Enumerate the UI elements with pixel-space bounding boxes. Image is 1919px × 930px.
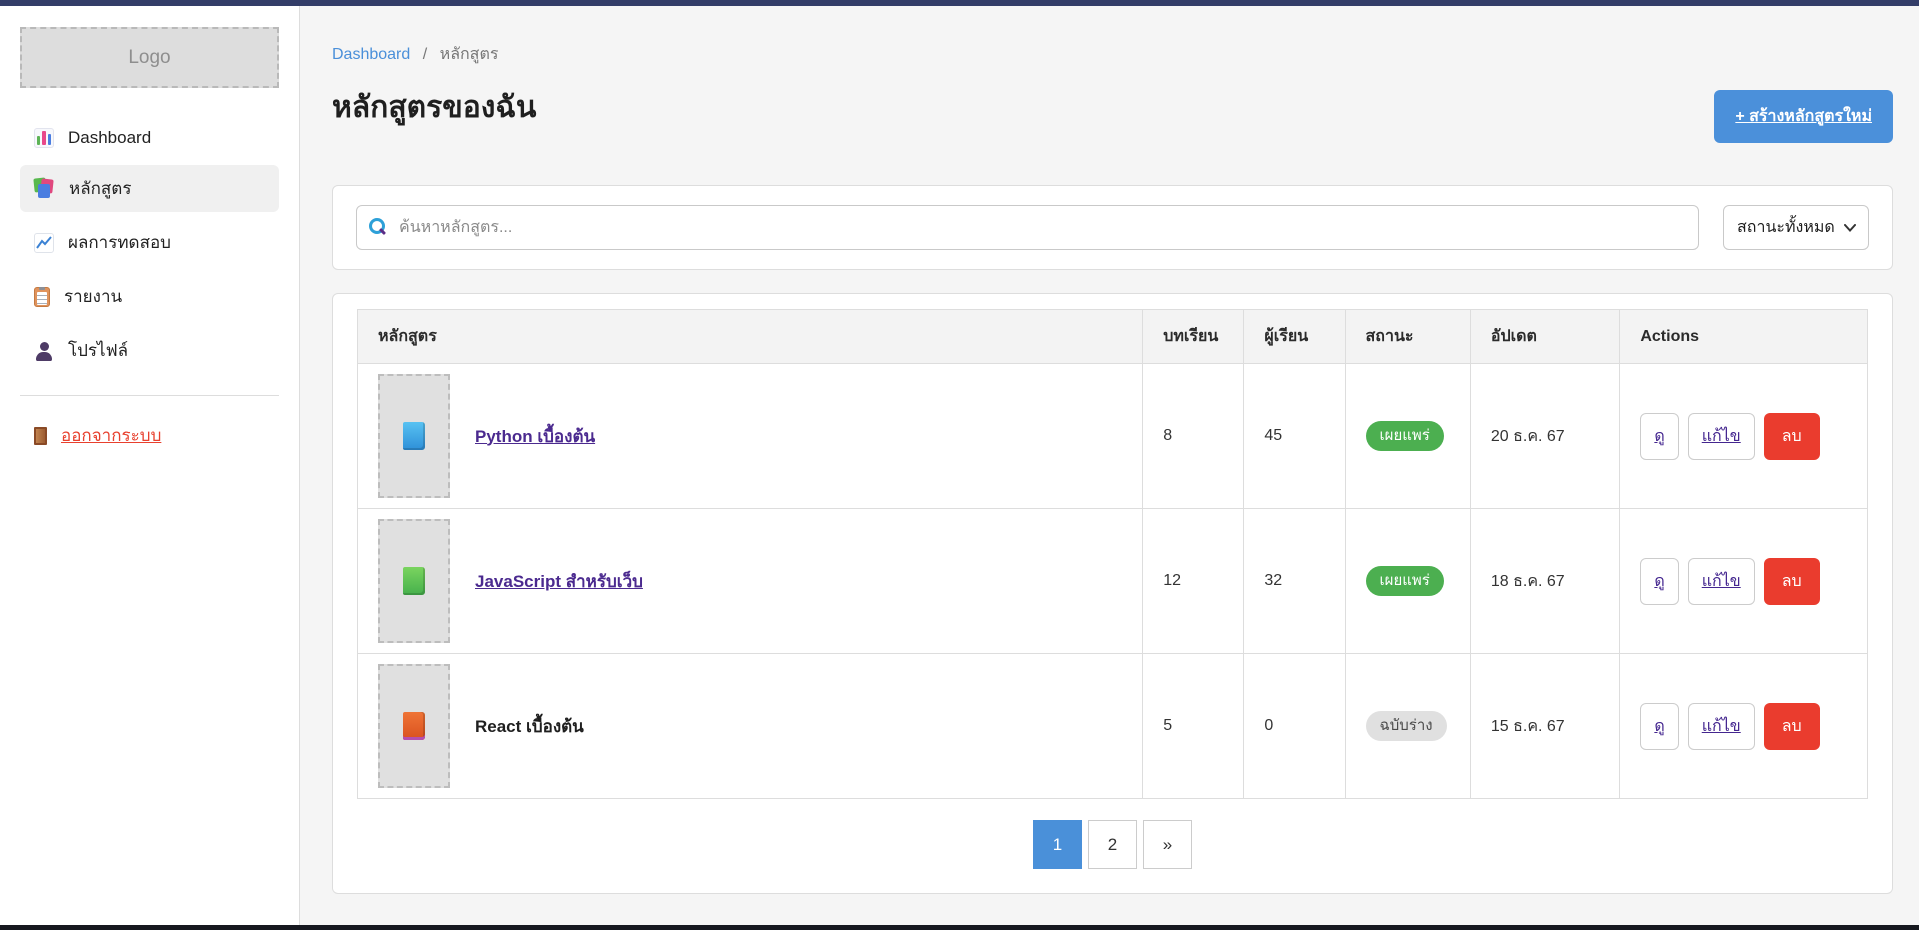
search-input[interactable]	[356, 205, 1699, 250]
course-title-link[interactable]: Python เบื้องต้น	[475, 423, 595, 450]
page-button-next[interactable]: »	[1143, 820, 1192, 869]
updated-date: 15 ธ.ค. 67	[1470, 654, 1619, 799]
pagination: 1 2 »	[357, 820, 1868, 869]
breadcrumb-current: หลักสูตร	[440, 46, 499, 63]
lessons-count: 12	[1143, 509, 1244, 654]
chart-increasing-icon	[34, 233, 54, 253]
courses-table: หลักสูตร บทเรียน ผู้เรียน สถานะ อัปเดต A…	[357, 309, 1868, 799]
sidebar-item-profile[interactable]: โปรไฟล์	[20, 327, 279, 374]
blue-book-icon	[403, 422, 425, 450]
table-row: JavaScript สำหรับเว็บ 12 32 เผยแพร่ 18 ธ…	[358, 509, 1868, 654]
sidebar-item-courses[interactable]: หลักสูตร	[20, 165, 279, 212]
delete-button[interactable]: ลบ	[1764, 703, 1820, 750]
logout-label: ออกจากระบบ	[61, 422, 161, 449]
sidebar-item-label: โปรไฟล์	[68, 337, 128, 364]
filter-bar: สถานะทั้งหมด	[332, 185, 1893, 270]
sidebar-item-dashboard[interactable]: Dashboard	[20, 118, 279, 158]
header-course: หลักสูตร	[358, 310, 1143, 364]
sidebar-nav: Dashboard หลักสูตร ผลการทดสอบ รายงาน โปร…	[20, 118, 279, 374]
sidebar-item-label: รายงาน	[64, 283, 122, 310]
logo-text: Logo	[128, 47, 170, 69]
breadcrumb: Dashboard / หลักสูตร	[332, 42, 1893, 67]
status-badge: เผยแพร่	[1366, 566, 1444, 596]
edit-button[interactable]: แก้ไข	[1688, 413, 1755, 460]
updated-date: 18 ธ.ค. 67	[1470, 509, 1619, 654]
app-frame: Logo Dashboard หลักสูตร ผลการทดสอบ รายงา…	[0, 6, 1919, 925]
header-status: สถานะ	[1345, 310, 1470, 364]
students-count: 32	[1244, 509, 1345, 654]
status-badge: ฉบับร่าง	[1366, 711, 1447, 741]
sidebar-item-test-results[interactable]: ผลการทดสอบ	[20, 219, 279, 266]
create-course-button[interactable]: + สร้างหลักสูตรใหม่	[1714, 90, 1893, 143]
orange-book-icon	[403, 712, 425, 740]
page-title: หลักสูตรของฉัน	[332, 90, 536, 126]
sidebar-item-label: Dashboard	[68, 128, 151, 148]
page-button-2[interactable]: 2	[1088, 820, 1137, 869]
students-count: 45	[1244, 364, 1345, 509]
edit-button[interactable]: แก้ไข	[1688, 703, 1755, 750]
header-actions: Actions	[1620, 310, 1868, 364]
sidebar-divider	[20, 395, 279, 396]
table-row: React เบื้องต้น 5 0 ฉบับร่าง 15 ธ.ค. 67 …	[358, 654, 1868, 799]
logout-link[interactable]: ออกจากระบบ	[20, 422, 279, 449]
students-count: 0	[1244, 654, 1345, 799]
course-thumbnail	[378, 374, 450, 498]
main-content: Dashboard / หลักสูตร หลักสูตรของฉัน + สร…	[300, 6, 1919, 925]
green-book-icon	[403, 567, 425, 595]
header-students: ผู้เรียน	[1244, 310, 1345, 364]
page-button-1[interactable]: 1	[1033, 820, 1082, 869]
view-button[interactable]: ดู	[1640, 413, 1678, 460]
table-header-row: หลักสูตร บทเรียน ผู้เรียน สถานะ อัปเดต A…	[358, 310, 1868, 364]
courses-table-card: หลักสูตร บทเรียน ผู้เรียน สถานะ อัปเดต A…	[332, 293, 1893, 894]
bar-chart-icon	[34, 128, 54, 148]
chevron-down-icon	[1844, 224, 1856, 232]
edit-button[interactable]: แก้ไข	[1688, 558, 1755, 605]
search-icon	[369, 218, 387, 236]
view-button[interactable]: ดู	[1640, 558, 1678, 605]
sidebar-item-reports[interactable]: รายงาน	[20, 273, 279, 320]
course-thumbnail	[378, 664, 450, 788]
clipboard-icon	[34, 287, 50, 307]
table-row: Python เบื้องต้น 8 45 เผยแพร่ 20 ธ.ค. 67…	[358, 364, 1868, 509]
sidebar: Logo Dashboard หลักสูตร ผลการทดสอบ รายงา…	[0, 6, 300, 925]
lessons-count: 5	[1143, 654, 1244, 799]
page-header: หลักสูตรของฉัน + สร้างหลักสูตรใหม่	[332, 90, 1893, 143]
status-filter-value: สถานะทั้งหมด	[1737, 215, 1835, 240]
breadcrumb-separator: /	[423, 46, 427, 63]
search-field-wrap	[356, 205, 1699, 250]
header-lessons: บทเรียน	[1143, 310, 1244, 364]
view-button[interactable]: ดู	[1640, 703, 1678, 750]
delete-button[interactable]: ลบ	[1764, 413, 1820, 460]
header-updated: อัปเดต	[1470, 310, 1619, 364]
sidebar-item-label: ผลการทดสอบ	[68, 229, 171, 256]
delete-button[interactable]: ลบ	[1764, 558, 1820, 605]
status-badge: เผยแพร่	[1366, 421, 1444, 451]
status-filter-select[interactable]: สถานะทั้งหมด	[1723, 205, 1869, 250]
books-icon	[34, 178, 55, 199]
door-icon	[34, 427, 47, 445]
logo: Logo	[20, 27, 279, 88]
course-thumbnail	[378, 519, 450, 643]
course-title-link[interactable]: JavaScript สำหรับเว็บ	[475, 568, 643, 595]
person-icon	[34, 341, 54, 361]
breadcrumb-dashboard-link[interactable]: Dashboard	[332, 46, 410, 63]
course-title: React เบื้องต้น	[475, 713, 584, 740]
updated-date: 20 ธ.ค. 67	[1470, 364, 1619, 509]
lessons-count: 8	[1143, 364, 1244, 509]
bottom-accent-bar	[0, 925, 1919, 930]
sidebar-item-label: หลักสูตร	[69, 175, 131, 202]
